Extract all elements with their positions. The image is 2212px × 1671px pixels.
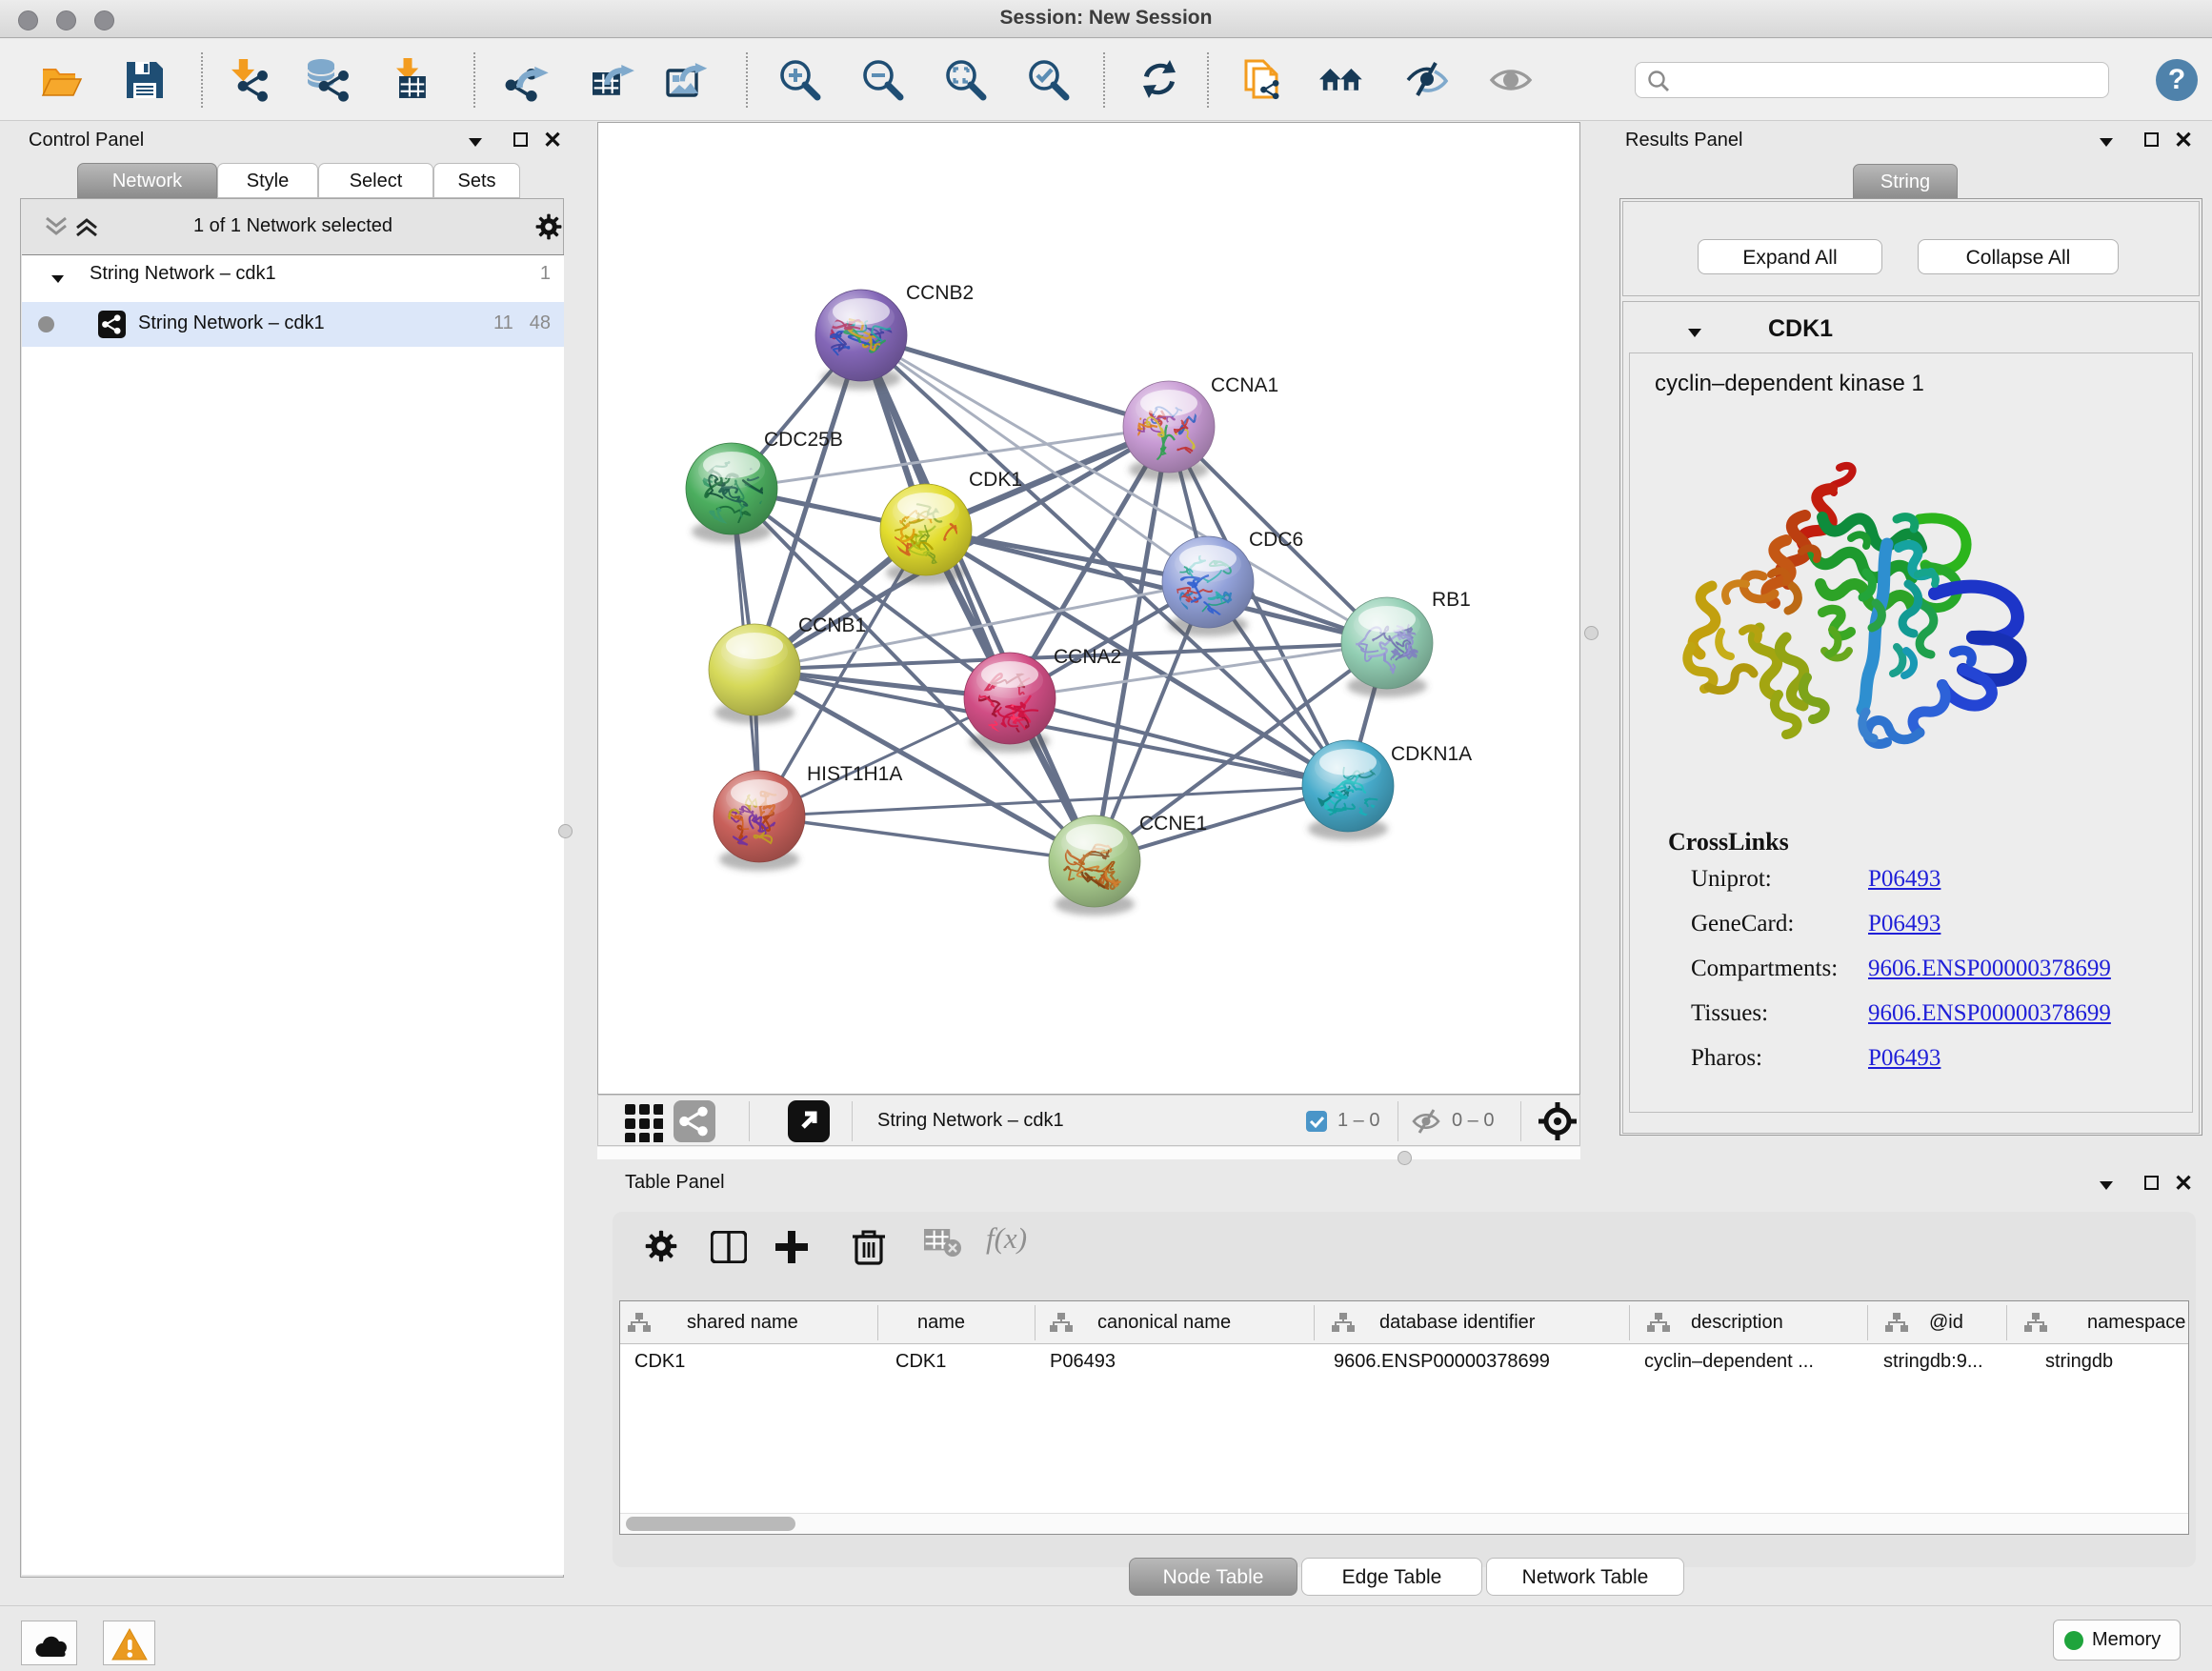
svg-text:HIST1H1A: HIST1H1A xyxy=(807,763,902,785)
svg-text:CCNB2: CCNB2 xyxy=(906,282,974,304)
svg-text:CDKN1A: CDKN1A xyxy=(1391,743,1472,765)
svg-text:CCNE1: CCNE1 xyxy=(1139,813,1207,835)
svg-text:CDC25B: CDC25B xyxy=(764,429,843,451)
svg-text:CDK1: CDK1 xyxy=(969,469,1022,491)
svg-text:RB1: RB1 xyxy=(1432,589,1471,611)
svg-text:CCNA1: CCNA1 xyxy=(1211,374,1278,396)
svg-text:CCNA2: CCNA2 xyxy=(1054,646,1121,668)
svg-text:CDC6: CDC6 xyxy=(1249,529,1303,551)
svg-text:CCNB1: CCNB1 xyxy=(798,614,866,636)
